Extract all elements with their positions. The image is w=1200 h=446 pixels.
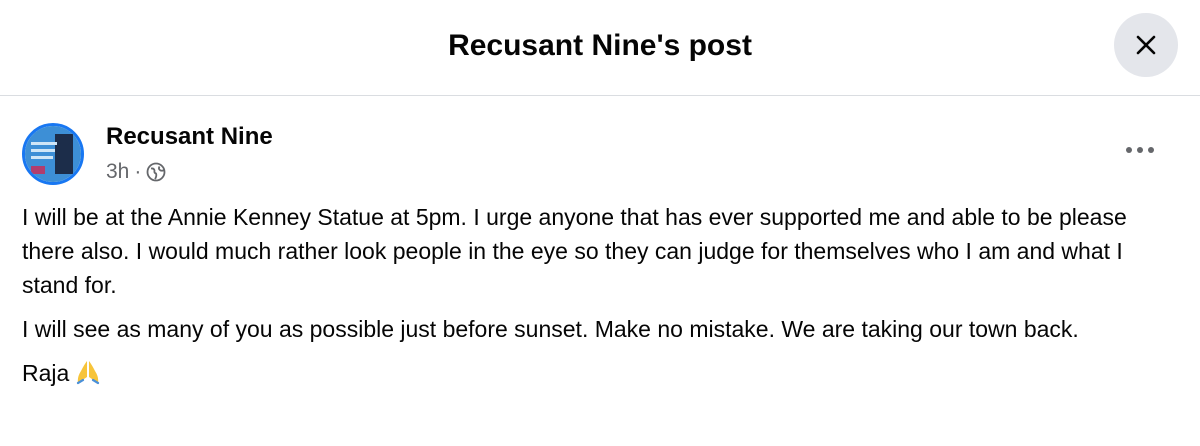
more-options-button[interactable] xyxy=(1116,132,1164,168)
avatar[interactable] xyxy=(22,123,84,185)
dialog-header: Recusant Nine's post xyxy=(0,0,1200,96)
post-timestamp[interactable]: 3h xyxy=(106,160,129,184)
folded-hands-icon xyxy=(75,359,101,394)
post-signoff-line: Raja xyxy=(22,356,1182,394)
author-name[interactable]: Recusant Nine xyxy=(106,122,273,152)
post-meta: 3h · xyxy=(106,158,166,186)
more-options-icon xyxy=(1126,147,1154,153)
post-paragraph-1: I will be at the Annie Kenney Statue at … xyxy=(22,204,1127,298)
post-paragraph-2: I will see as many of you as possible ju… xyxy=(22,316,1079,342)
post-signoff: Raja xyxy=(22,360,70,386)
close-icon xyxy=(1136,35,1156,55)
avatar-image xyxy=(25,126,81,182)
page-title: Recusant Nine's post xyxy=(448,29,752,62)
meta-separator: · xyxy=(134,160,142,183)
globe-icon[interactable] xyxy=(146,162,166,182)
close-button[interactable] xyxy=(1114,13,1178,77)
post-body: I will be at the Annie Kenney Statue at … xyxy=(22,200,1182,404)
